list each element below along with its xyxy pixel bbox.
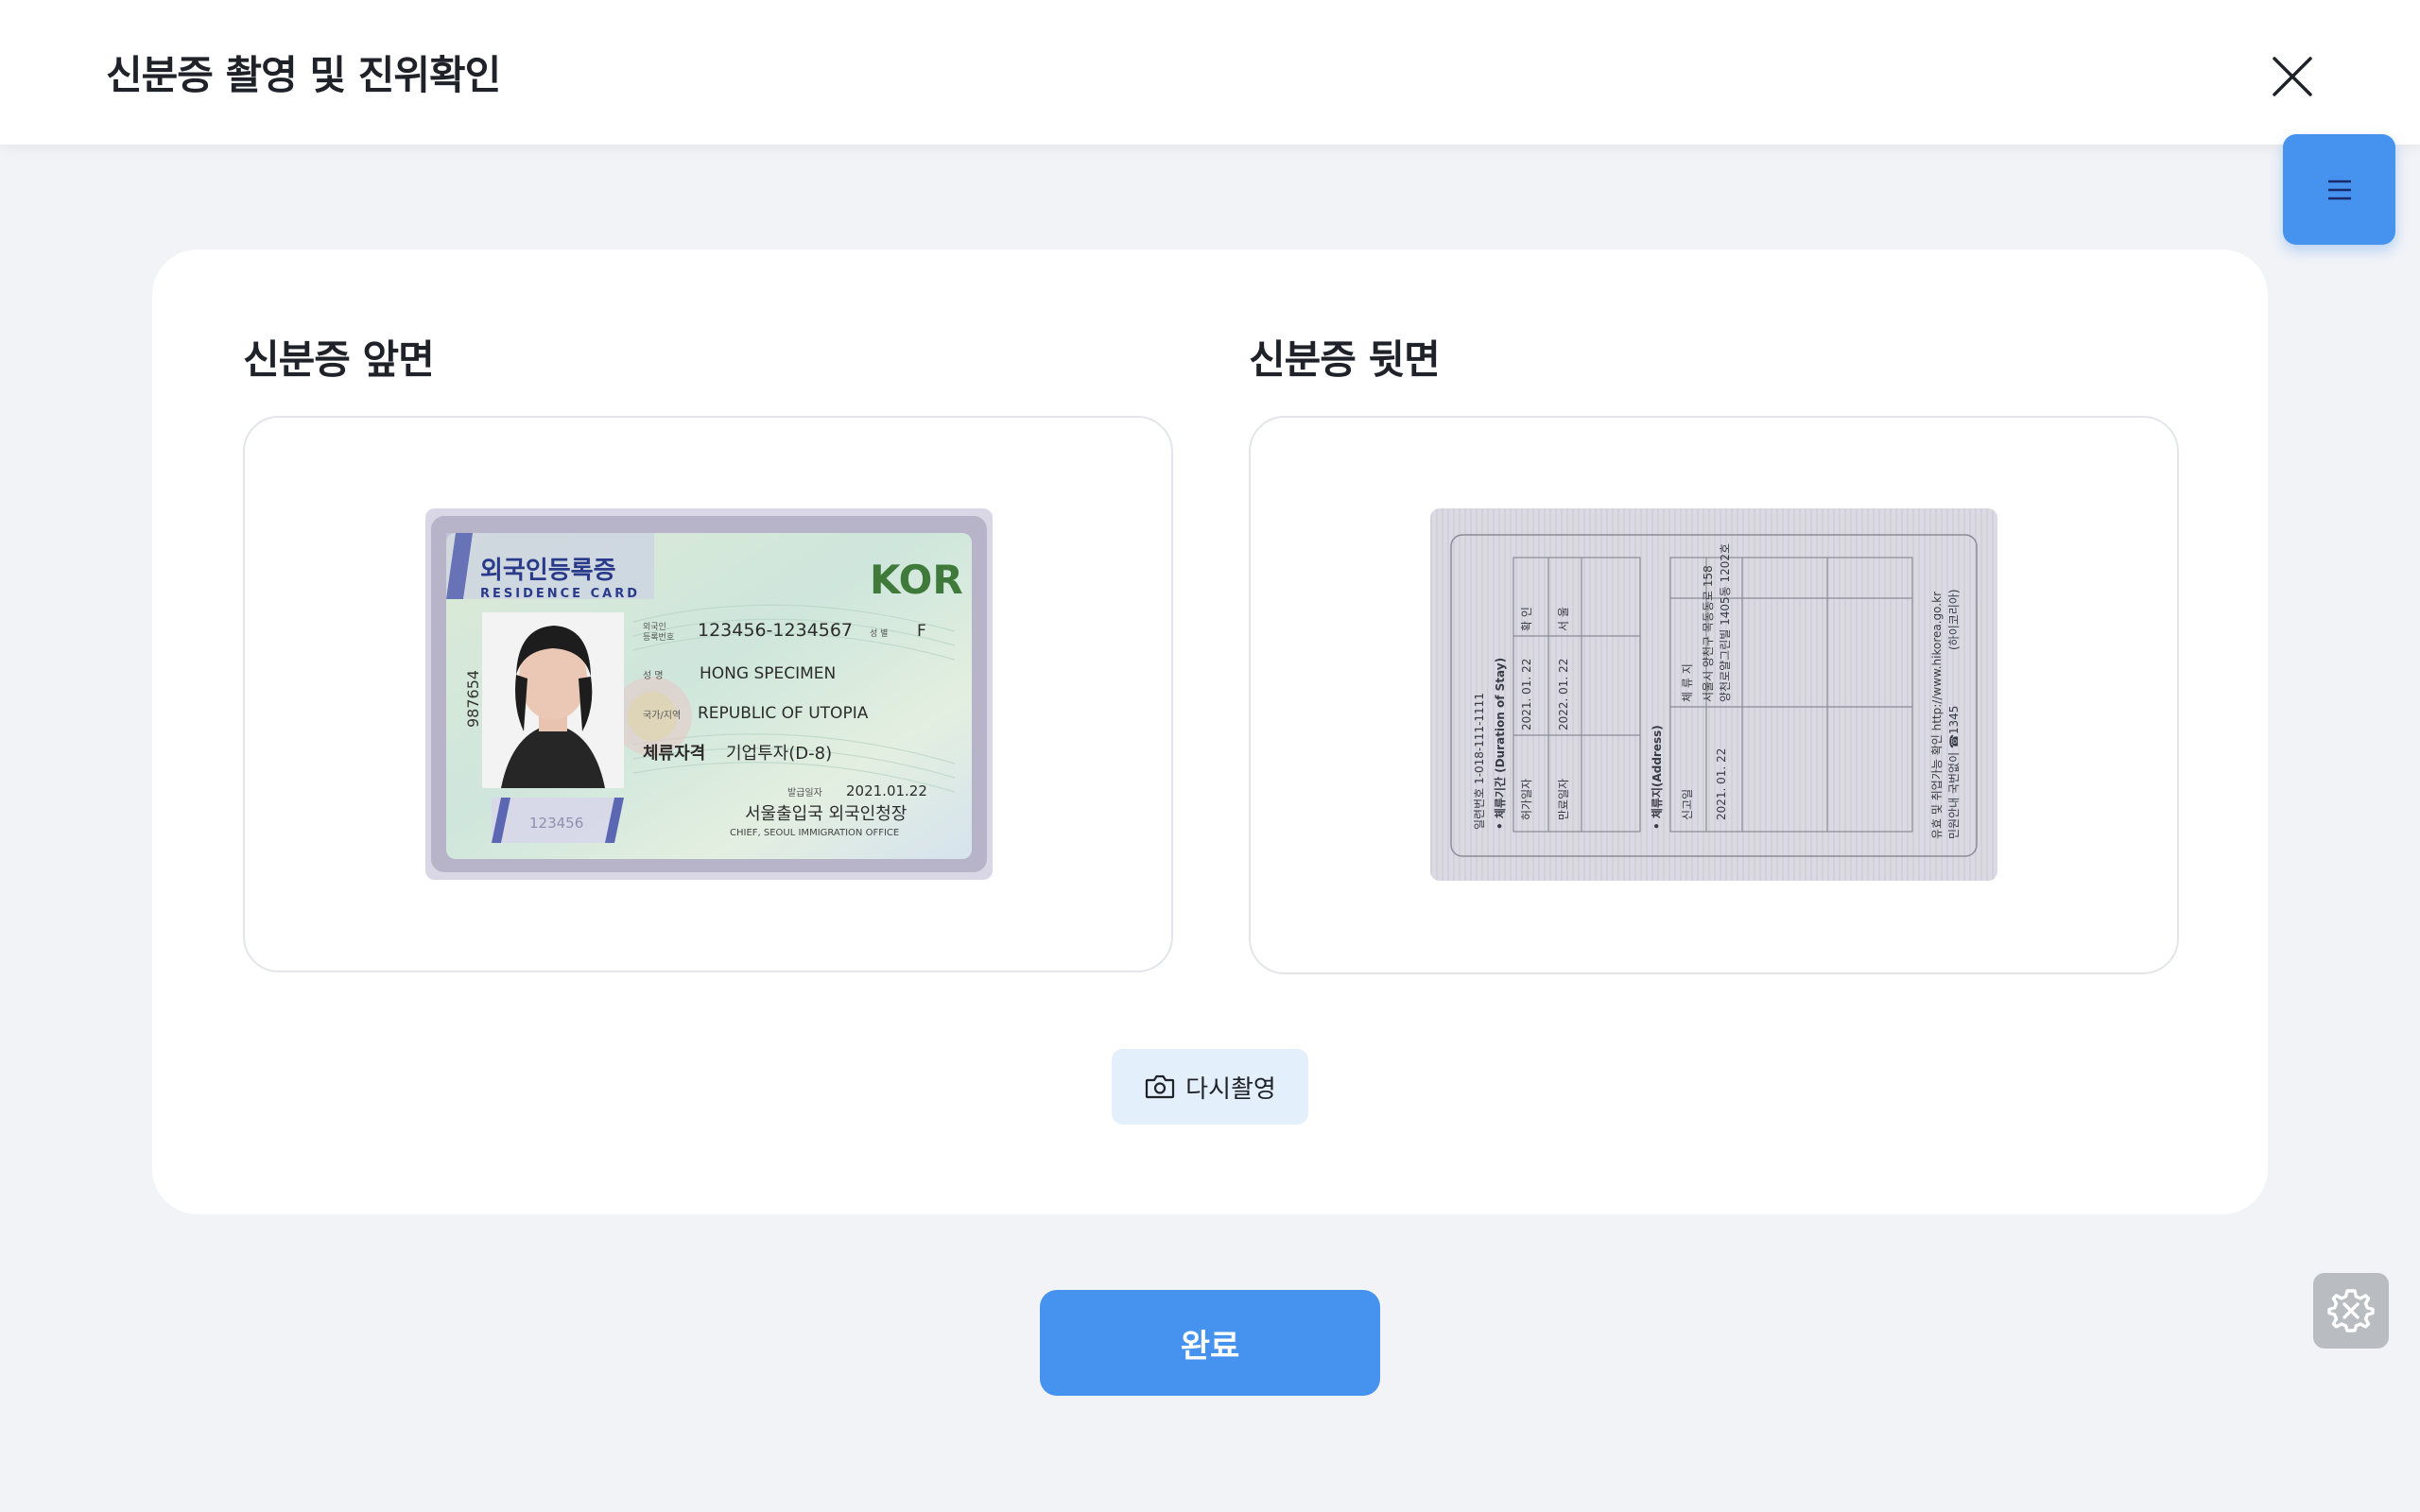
card-sex: F — [917, 622, 926, 641]
back-serial: 일련번호 1-018-111-1111 — [1473, 693, 1486, 830]
gear-icon — [2327, 1289, 2375, 1332]
back-confirm-value: 서 울 — [1557, 607, 1570, 631]
svg-text:국가/지역: 국가/지역 — [643, 710, 681, 721]
card-title-ko: 외국인등록증 — [480, 557, 616, 585]
back-confirm-label: 확 인 — [1520, 607, 1533, 631]
svg-text:성 명: 성 명 — [643, 670, 664, 681]
svg-text:외국인: 외국인 — [643, 621, 666, 632]
settings-button[interactable] — [2313, 1273, 2389, 1349]
card-number: 123456-1234567 — [698, 620, 853, 641]
card-side-number: 987654 — [464, 670, 482, 728]
back-image-frame: 일련번호 1-018-111-1111 • 체류기간 (Duration of … — [1249, 416, 2179, 974]
close-icon — [2273, 57, 2312, 96]
back-report-label: 신고일 — [1681, 789, 1694, 820]
card-title-en: RESIDENCE CARD — [480, 587, 640, 601]
back-address-line2: 양천로얄그린빌 1405동 1202호 — [1718, 543, 1732, 702]
card-issuer-en: CHIEF, SEOUL IMMIGRATION OFFICE — [730, 828, 899, 838]
card-sex-label: 성 별 — [870, 628, 888, 639]
back-expiry-label: 만료일자 — [1557, 779, 1570, 820]
close-button[interactable] — [2265, 49, 2320, 104]
back-report-date: 2021. 01. 22 — [1715, 748, 1728, 820]
back-address-title: • 체류지(Address) — [1650, 725, 1664, 830]
done-button[interactable]: 완료 — [1040, 1290, 1380, 1396]
id-card-front-image: 외국인등록증 RESIDENCE CARD KOR 987654 외국인 등록번… — [425, 508, 993, 880]
back-expiry-date: 2022. 01. 22 — [1557, 659, 1570, 730]
front-title: 신분증 앞면 — [243, 336, 435, 383]
hamburger-icon — [2327, 180, 2351, 199]
card-issue-date: 2021.01.22 — [846, 782, 927, 799]
card-nationality: REPUBLIC OF UTOPIA — [698, 704, 869, 723]
card-issue-label: 발급일자 — [787, 787, 822, 799]
back-permit-date: 2021. 01. 22 — [1520, 659, 1533, 730]
back-stay-title: • 체류기간 (Duration of Stay) — [1493, 658, 1507, 830]
card-status-label: 체류자격 — [643, 744, 705, 764]
camera-icon — [1146, 1074, 1175, 1099]
back-permit-label: 허가일자 — [1520, 779, 1533, 820]
back-address-line1: 서울시 양천구 목동동로 158 — [1701, 565, 1715, 702]
front-image-frame: 외국인등록증 RESIDENCE CARD KOR 987654 외국인 등록번… — [243, 416, 1173, 972]
back-guide: 민원안내 국번없이 ☎1345 — [1947, 706, 1961, 839]
retake-button[interactable]: 다시촬영 — [1112, 1049, 1308, 1125]
id-card-back-image: 일련번호 1-018-111-1111 • 체류기간 (Duration of … — [1430, 508, 1997, 881]
back-address-label: 체 류 지 — [1681, 663, 1694, 702]
card-status: 기업투자(D-8) — [726, 744, 832, 764]
id-capture-card: 신분증 앞면 신분증 뒷면 외국인등록증 RESIDENCE CARD KOR … — [152, 249, 2268, 1214]
back-website: 유효 및 취업가능 확인 http://www.hikorea.go.kr — [1930, 592, 1944, 839]
svg-text:등록번호: 등록번호 — [643, 632, 674, 643]
page-title: 신분증 촬영 및 진위확인 — [106, 52, 501, 98]
menu-button[interactable] — [2283, 134, 2395, 245]
card-country: KOR — [870, 557, 963, 603]
back-title: 신분증 뒷면 — [1249, 336, 1441, 383]
header-bar: 신분증 촬영 및 진위확인 — [0, 0, 2420, 145]
card-name: HONG SPECIMEN — [700, 664, 836, 683]
back-guide2: (하이코리아) — [1947, 589, 1961, 650]
card-issuer-ko: 서울출입국 외국인청장 — [745, 804, 907, 824]
card-hologram-number: 123456 — [529, 815, 583, 832]
retake-label: 다시촬영 — [1185, 1074, 1276, 1104]
